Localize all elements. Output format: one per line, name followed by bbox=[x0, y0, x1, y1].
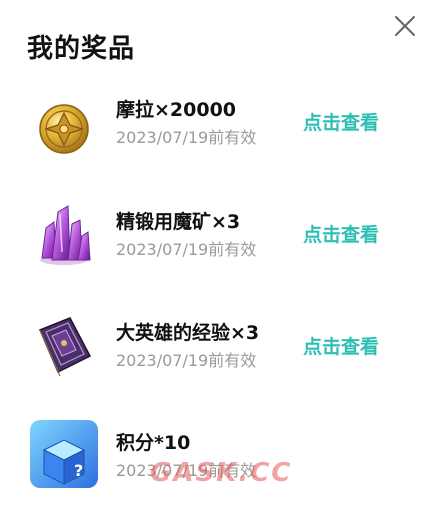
my-prizes-panel: 我的奖品 摩拉×20000 2023/07/19前有效 点击查看 精锻用魔矿×3… bbox=[0, 0, 428, 491]
prize-validity: 2023/07/19前有效 bbox=[116, 128, 257, 147]
mystery-box-icon: ? bbox=[30, 420, 98, 488]
prize-name: 积分*10 bbox=[116, 432, 191, 454]
gold-coin-icon bbox=[30, 95, 98, 163]
prize-item: 大英雄的经验×3 2023/07/19前有效 点击查看 bbox=[0, 302, 428, 402]
svg-text:?: ? bbox=[74, 461, 83, 480]
close-button[interactable] bbox=[389, 10, 421, 42]
prize-validity: 2023/07/19前有效 bbox=[116, 351, 257, 370]
prize-name: 精锻用魔矿×3 bbox=[116, 211, 241, 233]
view-prize-button[interactable]: 点击查看 bbox=[303, 332, 379, 359]
purple-crystal-icon bbox=[30, 202, 98, 270]
view-prize-button[interactable]: 点击查看 bbox=[303, 108, 379, 135]
page-title: 我的奖品 bbox=[27, 34, 136, 64]
view-prize-button[interactable]: 点击查看 bbox=[303, 220, 379, 247]
close-icon bbox=[395, 16, 415, 36]
prize-name: 大英雄的经验×3 bbox=[116, 322, 260, 344]
prize-name: 摩拉×20000 bbox=[116, 99, 237, 121]
prize-item: 精锻用魔矿×3 2023/07/19前有效 点击查看 bbox=[0, 190, 428, 290]
prize-item: 摩拉×20000 2023/07/19前有效 点击查看 bbox=[0, 80, 428, 180]
purple-book-icon bbox=[30, 312, 98, 380]
watermark: GASK.CC bbox=[150, 458, 293, 488]
prize-validity: 2023/07/19前有效 bbox=[116, 240, 257, 259]
